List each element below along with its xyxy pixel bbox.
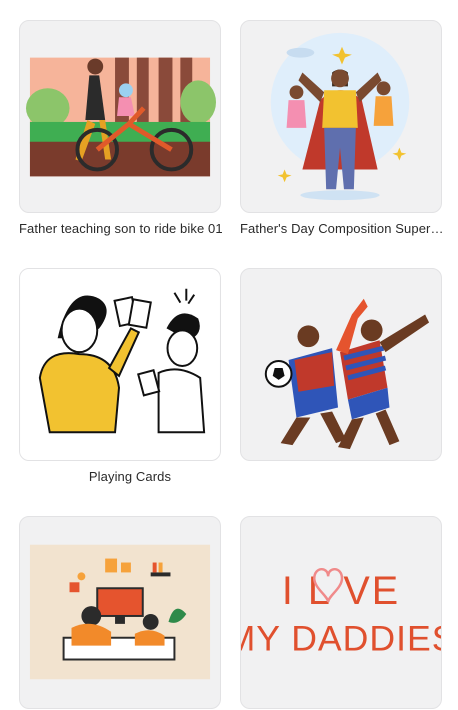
father-son-gaming-illustration — [29, 544, 211, 680]
template-card-father-bike[interactable] — [19, 20, 221, 213]
soccer-fans-illustration — [264, 298, 430, 450]
template-card-playing-cards[interactable] — [19, 268, 221, 461]
template-card-i-love-my-daddies[interactable]: I L VE MY DADDIES — [240, 516, 442, 709]
playing-cards-illustration — [20, 269, 220, 460]
father-bike-illustration — [25, 57, 216, 177]
love-headline-line2: MY DADDIES — [241, 619, 441, 659]
template-card-superhero-dad[interactable] — [240, 20, 442, 213]
template-caption: Playing Cards — [88, 469, 172, 484]
i-love-my-daddies-illustration: I L VE MY DADDIES — [241, 567, 441, 659]
template-caption: Father's Day Composition Super F... — [240, 221, 446, 236]
template-card-father-son-gaming[interactable] — [19, 516, 221, 709]
superhero-dad-illustration — [270, 32, 410, 201]
template-card-soccer-fans[interactable] — [240, 268, 442, 461]
template-caption: Father teaching son to ride bike 01 — [19, 221, 223, 236]
